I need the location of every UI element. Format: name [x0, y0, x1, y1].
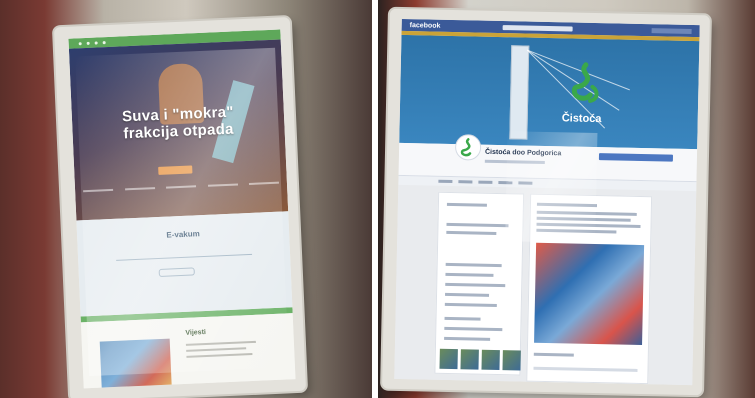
facebook-tab[interactable]	[458, 180, 473, 184]
post-map-image[interactable]	[534, 242, 645, 346]
stat-item	[248, 181, 280, 203]
evakum-submit-button[interactable]	[158, 267, 195, 277]
photo-thumbnail[interactable]	[439, 348, 458, 370]
post-actions-bar[interactable]	[533, 366, 638, 372]
news-title: Vijesti	[185, 328, 207, 337]
right-kiosk: facebook Čistoća Čistoća doo Podgorica	[382, 8, 710, 396]
sidebar-line	[446, 230, 497, 235]
topbar-dot	[78, 41, 82, 45]
facebook-nav-links[interactable]	[651, 27, 692, 34]
facebook-post	[526, 193, 653, 385]
photo-thumbnail[interactable]	[460, 349, 479, 370]
sidebar-line	[445, 272, 494, 277]
facebook-tab[interactable]	[498, 180, 513, 185]
evakum-input[interactable]	[115, 246, 253, 261]
news-text-line	[185, 340, 256, 346]
page-name: Čistoća doo Podgorica	[484, 148, 562, 158]
stat-item	[207, 183, 239, 205]
topbar-dot	[86, 41, 90, 45]
hero-title: Suva i "mokra" frakcija otpada	[121, 103, 235, 143]
photo-thumbnail[interactable]	[502, 350, 521, 371]
news-text-line	[186, 352, 253, 358]
topbar-dot	[102, 40, 106, 44]
cistoca-logo-icon	[571, 62, 599, 103]
photo-thumbnails	[439, 348, 521, 371]
post-text-line	[536, 228, 617, 234]
photo-thumbnail[interactable]	[481, 349, 500, 371]
sidebar-line	[445, 292, 490, 297]
post-text-line	[536, 202, 597, 208]
facebook-sidebar	[434, 191, 525, 376]
facebook-body	[394, 184, 697, 386]
news-text-line	[186, 347, 247, 352]
hero-cta-button[interactable]	[158, 165, 193, 175]
bridge-tower-image	[509, 45, 530, 140]
sidebar-line	[444, 336, 491, 341]
sidebar-line	[446, 222, 509, 228]
right-photo: facebook Čistoća Čistoća doo Podgorica	[378, 0, 755, 398]
left-kiosk-screen: Suva i "mokra" frakcija otpada E-vakum V	[68, 29, 296, 389]
facebook-search-input[interactable]	[502, 24, 573, 32]
cover-page-name: Čistoća	[561, 112, 602, 126]
left-photo: Suva i "mokra" frakcija otpada E-vakum V	[0, 0, 372, 398]
topbar-dot	[94, 40, 98, 45]
post-text-line	[533, 352, 574, 357]
facebook-tab[interactable]	[478, 180, 493, 184]
post-text-line	[536, 216, 631, 222]
post-text-line	[536, 222, 641, 228]
evakum-title: E-vakum	[166, 229, 200, 240]
evakum-section: E-vakum	[76, 211, 293, 317]
hero-stats	[83, 181, 280, 211]
stat-item	[166, 185, 197, 207]
stat-item	[124, 187, 156, 209]
facebook-cover: Čistoća	[399, 30, 700, 150]
sidebar-line	[446, 202, 487, 207]
page-avatar[interactable]	[454, 134, 482, 161]
left-kiosk: Suva i "mokra" frakcija otpada E-vakum V	[53, 17, 307, 398]
sidebar-line	[444, 316, 481, 321]
sidebar-line	[445, 282, 506, 288]
facebook-tab[interactable]	[438, 179, 453, 184]
website-hero: Suva i "mokra" frakcija otpada	[68, 39, 289, 221]
news-section: Vijesti	[80, 313, 296, 389]
like-page-button[interactable]	[598, 153, 674, 162]
facebook-tab[interactable]	[518, 181, 533, 185]
stat-item	[83, 188, 114, 211]
avatar-logo-icon	[460, 138, 472, 157]
page-subtitle	[484, 159, 545, 164]
sidebar-line	[444, 302, 497, 307]
sidebar-line	[445, 262, 502, 268]
facebook-profile-header: Čistoća doo Podgorica	[398, 134, 698, 182]
post-text-line	[536, 210, 637, 216]
news-image[interactable]	[99, 338, 173, 389]
facebook-logo[interactable]: facebook	[410, 22, 441, 30]
right-kiosk-screen: facebook Čistoća Čistoća doo Podgorica	[394, 18, 700, 386]
sidebar-line	[444, 326, 503, 332]
